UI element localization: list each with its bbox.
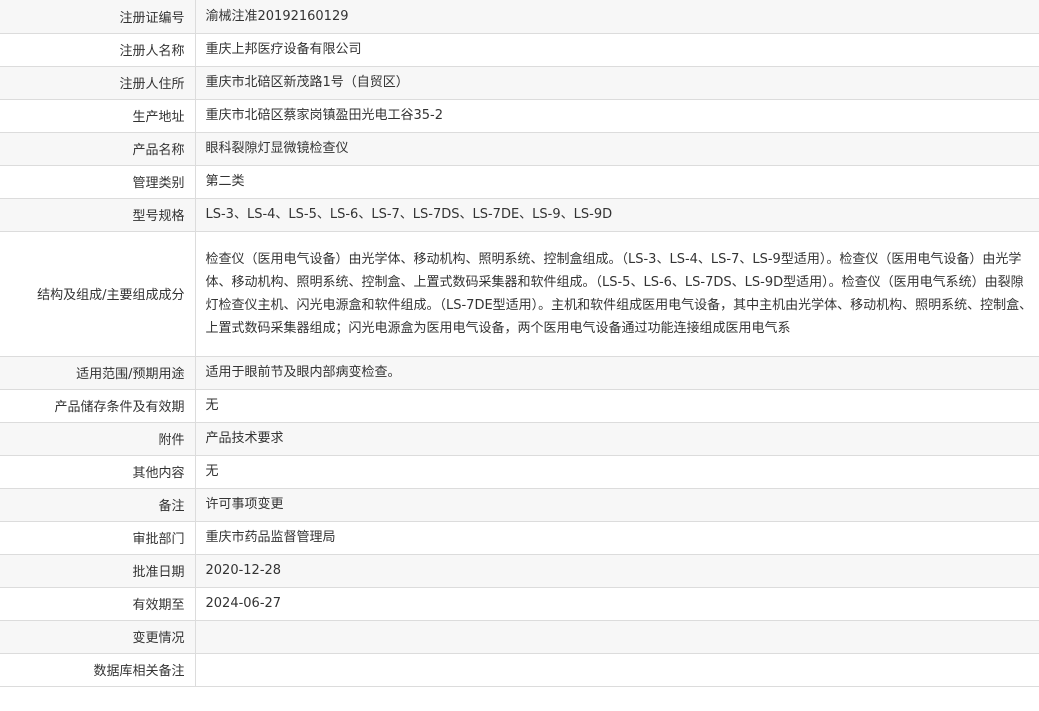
field-label: 管理类别 bbox=[0, 165, 196, 198]
field-value: 无 bbox=[205, 464, 219, 479]
field-value: 检查仪（医用电气设备）由光学体、移动机构、照明系统、控制盒组成。（LS-3、LS… bbox=[205, 251, 1033, 336]
registration-record-table: 注册证编号 渝械注准20192160129 注册人名称 重庆上邦医疗设备有限公司… bbox=[0, 0, 1039, 687]
field-label: 注册人名称 bbox=[0, 33, 196, 66]
field-value: 重庆市药品监督管理局 bbox=[205, 530, 336, 545]
table-row: 批准日期 2020-12-28 bbox=[0, 554, 1039, 587]
field-label: 有效期至 bbox=[0, 587, 196, 620]
field-value: 2024-06-27 bbox=[205, 596, 282, 611]
field-label: 结构及组成/主要组成成分 bbox=[0, 231, 196, 356]
field-label: 型号规格 bbox=[0, 198, 196, 231]
field-value: 无 bbox=[205, 398, 219, 413]
table-row: 管理类别 第二类 bbox=[0, 165, 1039, 198]
field-label: 数据库相关备注 bbox=[0, 653, 196, 686]
field-label: 产品储存条件及有效期 bbox=[0, 389, 196, 422]
field-value: 重庆市北碚区新茂路1号（自贸区） bbox=[205, 75, 409, 90]
table-row: 注册人名称 重庆上邦医疗设备有限公司 bbox=[0, 33, 1039, 66]
field-label: 适用范围/预期用途 bbox=[0, 356, 196, 389]
table-row: 产品储存条件及有效期 无 bbox=[0, 389, 1039, 422]
field-value: 渝械注准20192160129 bbox=[205, 8, 349, 24]
table-row: 生产地址 重庆市北碚区蔡家岗镇盈田光电工谷35-2 bbox=[0, 99, 1039, 132]
field-value: LS-3、LS-4、LS-5、LS-6、LS-7、LS-7DS、LS-7DE、L… bbox=[205, 207, 613, 222]
field-value: 眼科裂隙灯显微镜检查仪 bbox=[205, 141, 349, 156]
field-value: 产品技术要求 bbox=[205, 431, 284, 446]
field-value bbox=[195, 653, 1039, 686]
field-value: 重庆上邦医疗设备有限公司 bbox=[205, 42, 362, 57]
table-row: 注册证编号 渝械注准20192160129 bbox=[0, 0, 1039, 33]
table-row: 附件 产品技术要求 bbox=[0, 422, 1039, 455]
table-row: 备注 许可事项变更 bbox=[0, 488, 1039, 521]
field-label: 生产地址 bbox=[0, 99, 196, 132]
field-label: 变更情况 bbox=[0, 620, 196, 653]
field-value: 重庆市北碚区蔡家岗镇盈田光电工谷35-2 bbox=[205, 108, 444, 123]
field-label: 产品名称 bbox=[0, 132, 196, 165]
field-label: 批准日期 bbox=[0, 554, 196, 587]
table-row: 产品名称 眼科裂隙灯显微镜检查仪 bbox=[0, 132, 1039, 165]
field-value: 许可事项变更 bbox=[205, 497, 284, 512]
field-label: 附件 bbox=[0, 422, 196, 455]
field-value: 2020-12-28 bbox=[205, 563, 282, 578]
field-value bbox=[195, 620, 1039, 653]
table-row: 注册人住所 重庆市北碚区新茂路1号（自贸区） bbox=[0, 66, 1039, 99]
field-label: 注册证编号 bbox=[0, 0, 196, 33]
field-label: 备注 bbox=[0, 488, 196, 521]
field-value: 第二类 bbox=[205, 174, 245, 189]
table-row: 适用范围/预期用途 适用于眼前节及眼内部病变检查。 bbox=[0, 356, 1039, 389]
table-row: 型号规格 LS-3、LS-4、LS-5、LS-6、LS-7、LS-7DS、LS-… bbox=[0, 198, 1039, 231]
table-row: 变更情况 bbox=[0, 620, 1039, 653]
field-value: 适用于眼前节及眼内部病变检查。 bbox=[205, 365, 401, 380]
field-label: 注册人住所 bbox=[0, 66, 196, 99]
field-label: 其他内容 bbox=[0, 455, 196, 488]
table-row: 有效期至 2024-06-27 bbox=[0, 587, 1039, 620]
table-row: 其他内容 无 bbox=[0, 455, 1039, 488]
field-label: 审批部门 bbox=[0, 521, 196, 554]
table-row: 审批部门 重庆市药品监督管理局 bbox=[0, 521, 1039, 554]
table-row: 结构及组成/主要组成成分 检查仪（医用电气设备）由光学体、移动机构、照明系统、控… bbox=[0, 231, 1039, 356]
table-row: 数据库相关备注 bbox=[0, 653, 1039, 686]
